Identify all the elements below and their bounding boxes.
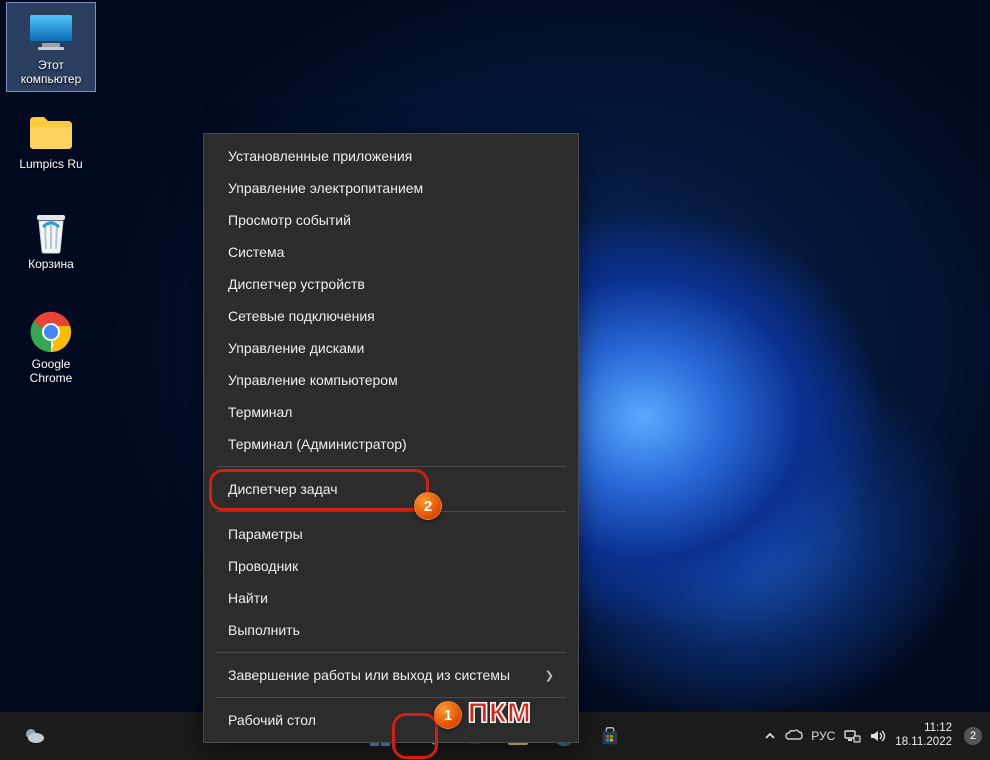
- widgets-button[interactable]: [14, 716, 54, 756]
- tray-volume[interactable]: [869, 728, 887, 744]
- tray-clock[interactable]: 11:12 18.11.2022: [895, 722, 952, 750]
- desktop-icons-column: Этоткомпьютер Lumpics Ru Корзина: [6, 2, 96, 402]
- chevron-up-icon: [763, 729, 777, 743]
- speaker-icon: [869, 728, 887, 744]
- menu-item-computer-management[interactable]: Управление компьютером: [204, 364, 578, 396]
- desktop-icon-folder[interactable]: Lumpics Ru: [6, 102, 96, 192]
- annotation-badge-1: 1: [434, 701, 462, 729]
- desktop-icon-label: Корзина: [28, 258, 74, 272]
- tray-onedrive[interactable]: [785, 729, 803, 743]
- menu-item-disk-management[interactable]: Управление дисками: [204, 332, 578, 364]
- tray-language[interactable]: РУС: [811, 729, 835, 743]
- menu-item-task-manager[interactable]: Диспетчер задач: [204, 473, 578, 505]
- tray-date: 18.11.2022: [895, 736, 952, 750]
- monitor-icon: [27, 9, 75, 57]
- network-icon: [843, 728, 861, 744]
- menu-item-power-options[interactable]: Управление электропитанием: [204, 172, 578, 204]
- annotation-rmb-text: ПКМ: [468, 697, 532, 729]
- menu-item-network-connections[interactable]: Сетевые подключения: [204, 300, 578, 332]
- tray-chevron-up[interactable]: [763, 729, 777, 743]
- chevron-right-icon: ❯: [545, 669, 554, 682]
- folder-icon: [27, 108, 75, 156]
- menu-separator: [216, 652, 566, 653]
- desktop-icon-label: GoogleChrome: [30, 358, 73, 386]
- tray-time: 11:12: [924, 722, 952, 736]
- taskbar-store[interactable]: [590, 716, 630, 756]
- menu-item-terminal-admin[interactable]: Терминал (Администратор): [204, 428, 578, 460]
- menu-item-system[interactable]: Система: [204, 236, 578, 268]
- menu-separator: [216, 511, 566, 512]
- menu-item-device-manager[interactable]: Диспетчер устройств: [204, 268, 578, 300]
- menu-item-search[interactable]: Найти: [204, 582, 578, 614]
- menu-item-installed-apps[interactable]: Установленные приложения: [204, 140, 578, 172]
- desktop-icon-chrome[interactable]: GoogleChrome: [6, 302, 96, 392]
- menu-item-run[interactable]: Выполнить: [204, 614, 578, 646]
- menu-separator: [216, 466, 566, 467]
- tray-network[interactable]: [843, 728, 861, 744]
- desktop-icon-label: Этоткомпьютер: [21, 59, 82, 87]
- desktop-icon-this-pc[interactable]: Этоткомпьютер: [6, 2, 96, 92]
- trash-icon: [27, 208, 75, 256]
- weather-icon: [22, 724, 46, 748]
- store-icon: [599, 725, 621, 747]
- annotation-badge-2: 2: [414, 492, 442, 520]
- desktop-icon-recycle-bin[interactable]: Корзина: [6, 202, 96, 292]
- start-context-menu: Установленные приложения Управление элек…: [203, 133, 579, 743]
- menu-item-file-explorer[interactable]: Проводник: [204, 550, 578, 582]
- cloud-icon: [785, 729, 803, 743]
- desktop-icon-label: Lumpics Ru: [19, 158, 82, 172]
- menu-item-event-viewer[interactable]: Просмотр событий: [204, 204, 578, 236]
- menu-item-shutdown[interactable]: Завершение работы или выход из системы ❯: [204, 659, 578, 691]
- menu-item-settings[interactable]: Параметры: [204, 518, 578, 550]
- chrome-icon: [27, 308, 75, 356]
- tray-notifications[interactable]: 2: [964, 727, 982, 745]
- menu-item-terminal[interactable]: Терминал: [204, 396, 578, 428]
